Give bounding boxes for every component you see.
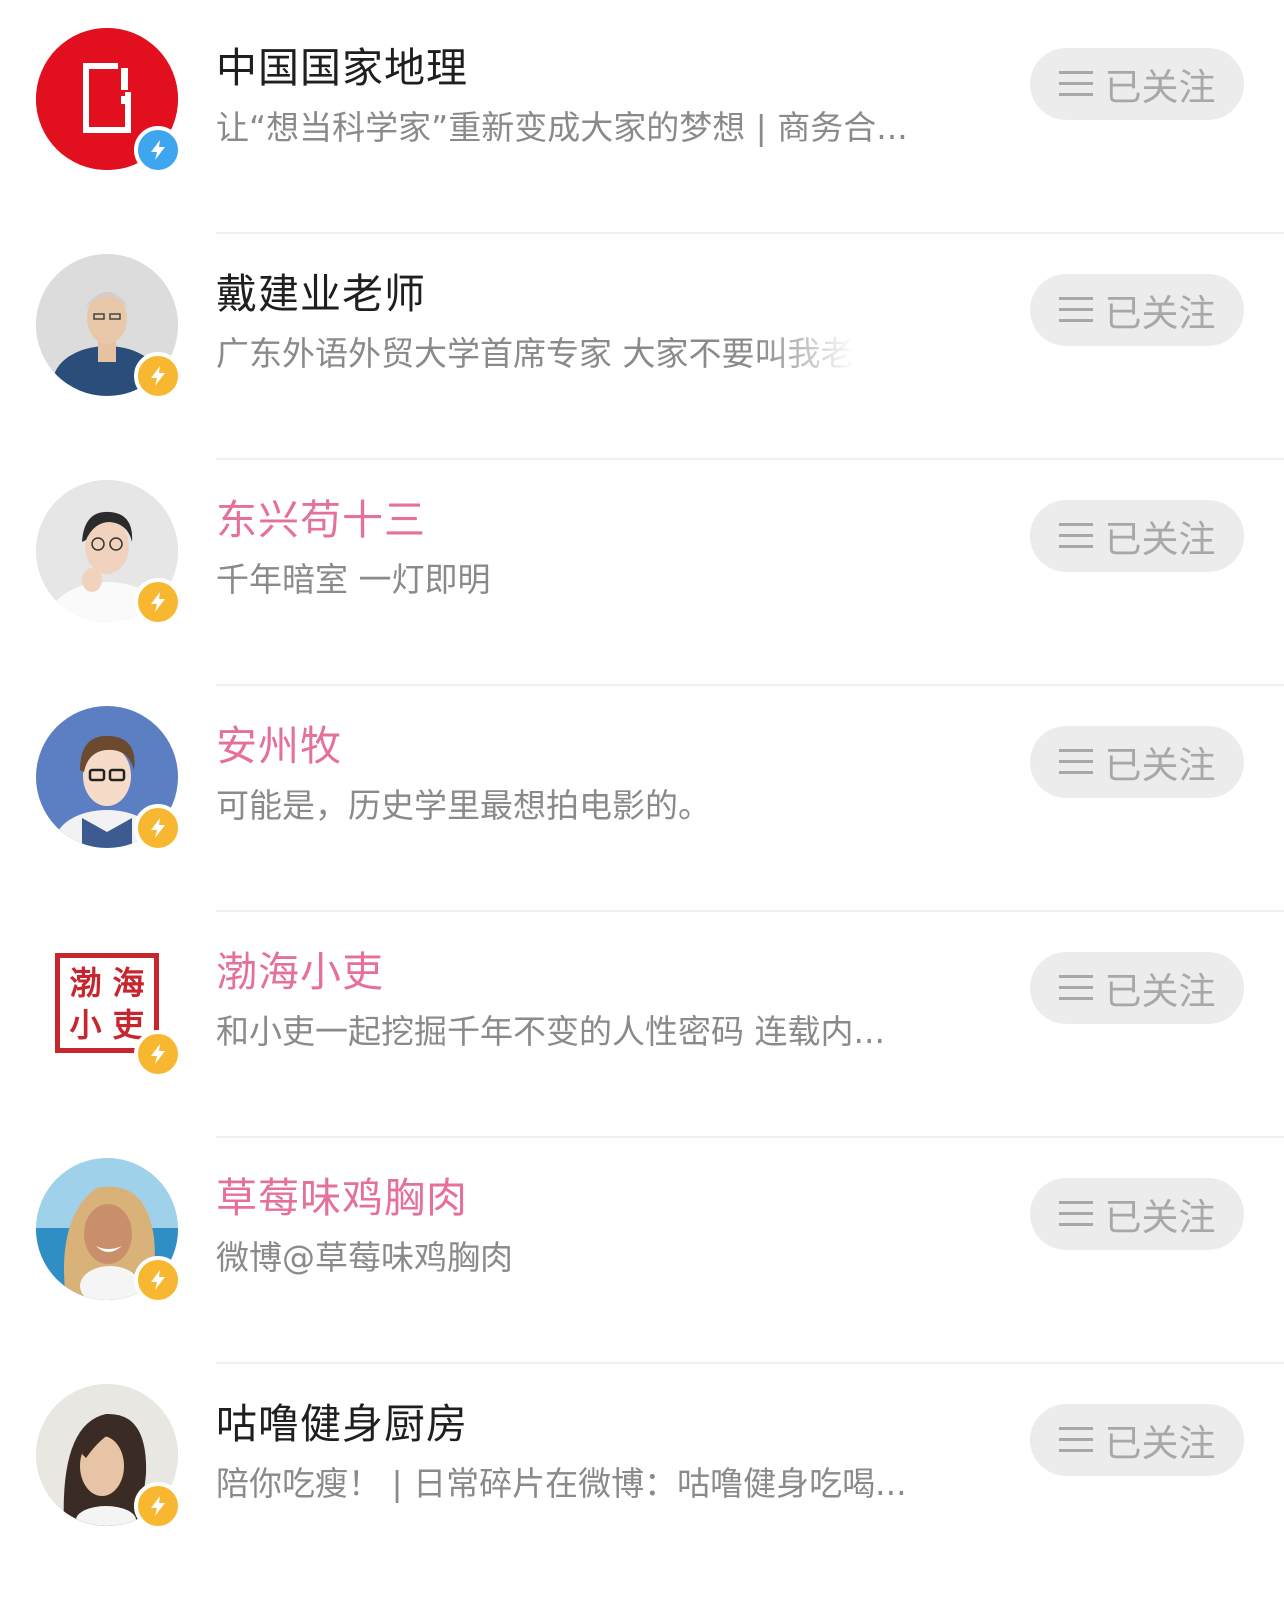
- list-item[interactable]: 戴建业老师 广东外语外贸大学首席专家 大家不要叫我老 已关注: [0, 226, 1284, 460]
- following-button-label: 已关注: [1104, 292, 1216, 335]
- list-item[interactable]: 咕噜健身厨房 陪你吃瘦！ | 日常碎片在微博：咕噜健身吃喝... 已关注: [0, 1356, 1284, 1590]
- following-button[interactable]: 已关注: [1030, 48, 1244, 120]
- verified-badge-icon: [134, 578, 182, 626]
- menu-icon: [1058, 297, 1093, 322]
- seal-character: 渤: [69, 964, 102, 1002]
- verified-badge-icon: [134, 1256, 182, 1304]
- verified-badge-icon: [134, 804, 182, 852]
- user-name[interactable]: 戴建业老师: [216, 266, 426, 322]
- menu-icon: [1058, 749, 1093, 774]
- user-name[interactable]: 咕噜健身厨房: [216, 1396, 468, 1452]
- user-name[interactable]: 草莓味鸡胸肉: [216, 1170, 468, 1226]
- avatar[interactable]: [36, 28, 182, 174]
- list-item[interactable]: 渤 海 小 吏 渤海小吏 和小吏一起挖掘千年不变的人性密码 连载内... 已关注: [0, 904, 1284, 1138]
- following-button-label: 已关注: [1104, 744, 1216, 787]
- avatar[interactable]: [36, 254, 182, 400]
- following-button[interactable]: 已关注: [1030, 952, 1244, 1024]
- avatar[interactable]: [36, 706, 182, 852]
- user-bio: 陪你吃瘦！ | 日常碎片在微博：咕噜健身吃喝...: [216, 1464, 907, 1503]
- user-bio: 让“想当科学家”重新变成大家的梦想 | 商务合...: [216, 108, 908, 147]
- verified-badge-icon: [134, 1030, 182, 1078]
- menu-icon: [1058, 975, 1093, 1000]
- following-button[interactable]: 已关注: [1030, 1404, 1244, 1476]
- following-button[interactable]: 已关注: [1030, 1178, 1244, 1250]
- user-name[interactable]: 渤海小吏: [216, 944, 384, 1000]
- following-button-label: 已关注: [1104, 970, 1216, 1013]
- verified-badge-icon: [134, 126, 182, 174]
- following-button-label: 已关注: [1104, 518, 1216, 561]
- user-bio: 可能是，历史学里最想拍电影的。: [216, 786, 711, 825]
- user-name[interactable]: 安州牧: [216, 718, 342, 774]
- user-bio: 广东外语外贸大学首席专家 大家不要叫我老: [216, 334, 854, 373]
- list-item[interactable]: 中国国家地理 让“想当科学家”重新变成大家的梦想 | 商务合... 已关注: [0, 0, 1284, 234]
- following-button[interactable]: 已关注: [1030, 274, 1244, 346]
- seal-character: 小: [69, 1006, 102, 1044]
- user-name[interactable]: 东兴苟十三: [216, 492, 426, 548]
- avatar[interactable]: 渤 海 小 吏: [36, 932, 182, 1078]
- menu-icon: [1058, 71, 1093, 96]
- menu-icon: [1058, 523, 1093, 548]
- list-item[interactable]: 草莓味鸡胸肉 微博@草莓味鸡胸肉 已关注: [0, 1130, 1284, 1364]
- menu-icon: [1058, 1427, 1093, 1452]
- following-button-label: 已关注: [1104, 1422, 1216, 1465]
- following-button[interactable]: 已关注: [1030, 726, 1244, 798]
- following-button-label: 已关注: [1104, 66, 1216, 109]
- verified-badge-icon: [134, 1482, 182, 1530]
- avatar[interactable]: [36, 1158, 182, 1304]
- list-item[interactable]: 安州牧 可能是，历史学里最想拍电影的。 已关注: [0, 678, 1284, 912]
- avatar[interactable]: [36, 1384, 182, 1530]
- user-bio: 微博@草莓味鸡胸肉: [216, 1238, 513, 1277]
- following-button[interactable]: 已关注: [1030, 500, 1244, 572]
- seal-character: 海: [112, 964, 145, 1002]
- user-bio: 千年暗室 一灯即明: [216, 560, 491, 599]
- user-name[interactable]: 中国国家地理: [216, 40, 468, 96]
- following-button-label: 已关注: [1104, 1196, 1216, 1239]
- avatar[interactable]: [36, 480, 182, 626]
- following-list: 中国国家地理 让“想当科学家”重新变成大家的梦想 | 商务合... 已关注 戴建…: [0, 0, 1284, 1621]
- list-item[interactable]: 东兴苟十三 千年暗室 一灯即明 已关注: [0, 452, 1284, 686]
- user-bio: 和小吏一起挖掘千年不变的人性密码 连载内...: [216, 1012, 885, 1051]
- menu-icon: [1058, 1201, 1093, 1226]
- verified-badge-icon: [134, 352, 182, 400]
